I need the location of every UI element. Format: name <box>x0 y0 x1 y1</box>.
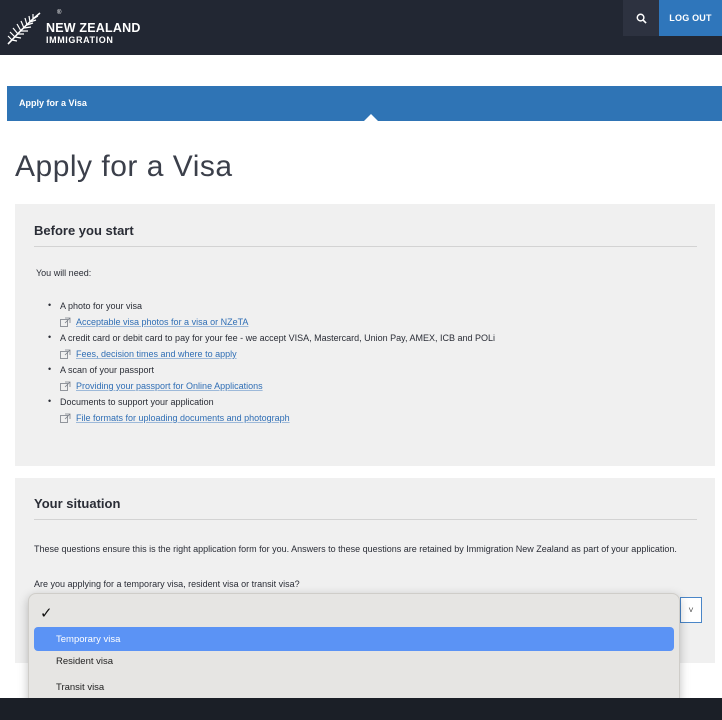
you-will-need-text: You will need: <box>36 268 92 278</box>
list-item-text: A photo for your visa <box>60 301 143 311</box>
list-item-text: Documents to support your application <box>60 397 214 407</box>
logo-line-2: IMMIGRATION <box>46 34 114 45</box>
logo-line-1: NEW ZEALAND <box>46 21 141 35</box>
divider <box>34 246 697 247</box>
list-item: • A credit card or debit card to pay for… <box>48 332 698 364</box>
list-item-text: A credit card or debit card to pay for y… <box>60 333 496 343</box>
external-link-icon <box>60 381 71 391</box>
search-icon <box>636 13 647 24</box>
dropdown-option-resident[interactable]: Resident visa <box>34 649 674 673</box>
divider <box>34 519 697 520</box>
external-link[interactable]: File formats for uploading documents and… <box>60 413 290 423</box>
requirements-list: • A photo for your visa Acceptable visa … <box>48 300 698 428</box>
link-text[interactable]: File formats for uploading documents and… <box>76 413 290 423</box>
external-link[interactable]: Fees, decision times and where to apply <box>60 349 237 359</box>
bullet: • <box>48 332 52 342</box>
dropdown-option-transit[interactable]: Transit visa <box>34 675 674 699</box>
before-you-start-heading: Before you start <box>34 223 134 238</box>
situation-intro-text: These questions ensure this is the right… <box>34 544 677 554</box>
nz-immigration-logo[interactable]: ® NEW ZEALAND IMMIGRATION <box>6 8 146 48</box>
logo-text: NEW ZEALAND IMMIGRATION <box>46 22 141 45</box>
external-link[interactable]: Acceptable visa photos for a visa or NZe… <box>60 317 248 327</box>
visa-type-select[interactable]: ˅ <box>680 597 702 623</box>
top-header: ® NEW ZEALAND IMMIGRATION LOG OUT <box>0 0 722 55</box>
external-link[interactable]: Providing your passport for Online Appli… <box>60 381 263 391</box>
breadcrumb-current[interactable]: Apply for a Visa <box>19 98 87 108</box>
dropdown-option-blank[interactable]: ✓ <box>34 602 674 626</box>
visa-type-dropdown-menu[interactable]: ✓ Temporary visa Resident visa Transit v… <box>28 593 680 711</box>
external-link-icon <box>60 413 71 423</box>
search-button[interactable] <box>623 0 659 36</box>
bullet: • <box>48 364 52 374</box>
bullet: • <box>48 396 52 406</box>
list-item: • A photo for your visa Acceptable visa … <box>48 300 698 332</box>
list-item-text: A scan of your passport <box>60 365 155 375</box>
page-title: Apply for a Visa <box>15 150 233 183</box>
list-item: • Documents to support your application … <box>48 396 698 428</box>
visa-type-question: Are you applying for a temporary visa, r… <box>34 579 300 589</box>
logout-button[interactable]: LOG OUT <box>659 0 722 36</box>
before-you-start-panel: Before you start You will need: • A phot… <box>15 204 715 466</box>
your-situation-heading: Your situation <box>34 496 121 511</box>
external-link-icon <box>60 349 71 359</box>
footer-bar <box>0 698 722 720</box>
band-notch-indicator <box>364 114 378 121</box>
chevron-down-icon: ˅ <box>688 605 694 615</box>
checkmark-icon: ✓ <box>40 605 53 622</box>
breadcrumb-bar: Apply for a Visa <box>7 86 722 121</box>
link-text[interactable]: Fees, decision times and where to apply <box>76 349 237 359</box>
silver-fern-icon <box>7 12 41 45</box>
link-text[interactable]: Acceptable visa photos for a visa or NZe… <box>76 317 248 327</box>
list-item: • A scan of your passport Providing your… <box>48 364 698 396</box>
external-link-icon <box>60 317 71 327</box>
registered-mark: ® <box>57 10 62 16</box>
bullet: • <box>48 300 52 310</box>
link-text[interactable]: Providing your passport for Online Appli… <box>76 381 263 391</box>
dropdown-option-temporary[interactable]: Temporary visa <box>34 627 674 651</box>
